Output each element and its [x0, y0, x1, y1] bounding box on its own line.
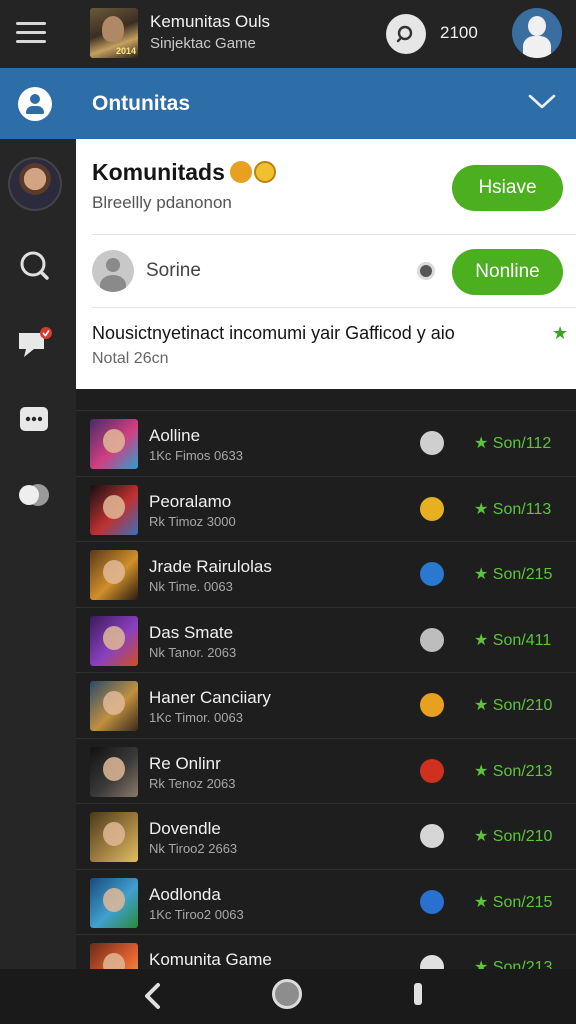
list-item-score: ★ Son/215: [474, 893, 553, 911]
list-item-score: ★ Son/411: [474, 631, 552, 649]
list-item[interactable]: Haner Canciiary 1Kc Timor. 0063 ★ Son/210: [76, 672, 576, 738]
person-icon[interactable]: [420, 431, 444, 455]
notice-text: Nousictnyetinact incomumi yair Gafficod …: [92, 323, 455, 343]
status-dot-icon: [417, 262, 435, 280]
community-panel: Komunitads Blreellly pdanonon Hsiave Sor…: [76, 139, 576, 389]
toggle-icon[interactable]: [16, 477, 52, 513]
list-item-score: ★ Son/210: [474, 697, 553, 714]
list-item-score-value: Son/213: [492, 762, 553, 780]
list-item-name: Das Smate: [149, 622, 234, 642]
list-item-score: ★ Son/210: [474, 828, 553, 845]
list-item-name: Peoralamo: [149, 491, 232, 511]
list-item-score: ★ Son/215: [474, 566, 553, 583]
recent-apps-icon[interactable]: [414, 983, 422, 1005]
status-avatar[interactable]: [92, 250, 134, 292]
smiley-icon[interactable]: [420, 693, 444, 717]
app-subtitle: Sinjektac Game: [150, 35, 256, 52]
list-item-score-value: Son/112: [492, 435, 552, 452]
community-list: Aolline 1Kc Fimos 0633 ★ Son/112 Peoralamo R…: [76, 410, 576, 1000]
list-item-score-value: Son/210: [492, 828, 553, 845]
list-item-meta: 1Kc Timor. 0063: [149, 710, 243, 725]
game-thumbnail: [90, 484, 138, 535]
list-item-score: ★ Son/213: [474, 762, 553, 780]
app-title: Kemunitas Ouls: [150, 12, 270, 31]
online-button[interactable]: Nonline: [452, 249, 563, 295]
game-thumbnail: [90, 681, 138, 731]
bottom-navigation: [0, 969, 576, 1024]
back-icon[interactable]: [142, 982, 164, 1010]
points-counter: 2100: [440, 23, 478, 42]
top-bar: 2014 Kemunitas Ouls Sinjektac Game 2100: [0, 0, 576, 68]
badge-icon[interactable]: [420, 758, 444, 783]
list-item[interactable]: Peoralamo Rk Timoz 3000 ★ Son/113: [76, 475, 576, 542]
list-item[interactable]: Re Onlinr Rk Tenoz 2063 ★ Son/213: [76, 737, 576, 804]
list-item-score-value: Son/210: [492, 697, 553, 714]
game-thumbnail-tag: 2014: [115, 46, 136, 56]
game-thumbnail: [90, 550, 138, 600]
list-item[interactable]: Aolline 1Kc Fimos 0633 ★ Son/112: [76, 410, 576, 476]
search-button[interactable]: [386, 14, 426, 54]
chevron-down-icon[interactable]: [528, 92, 556, 112]
notice-subtext: Notal 26cn: [92, 350, 169, 367]
list-item-meta: 1Kc Fimos 0633: [149, 448, 243, 463]
list-item-name: Komunita Game: [149, 950, 272, 969]
list-item-score-value: Son/215: [492, 893, 553, 911]
chat-notification-icon[interactable]: [16, 325, 52, 361]
list-item-score: ★ Son/113: [474, 500, 552, 518]
list-item-name: Dovendle: [149, 819, 221, 838]
list-item-meta: 1Kc Tiroo2 0063: [149, 906, 244, 922]
lock-emoji-icon: [230, 161, 252, 183]
home-icon[interactable]: [272, 979, 302, 1009]
list-item-score: ★ Son/112: [474, 435, 552, 452]
list-item[interactable]: Das Smate Nk Tanor. 2063 ★ Son/411: [76, 606, 576, 673]
game-thumbnail: [90, 419, 138, 469]
game-thumbnail: [90, 615, 138, 666]
panel-title: Komunitads: [92, 159, 225, 185]
list-item[interactable]: Aodlonda 1Kc Tiroo2 0063 ★ Son/215: [76, 868, 576, 935]
join-button[interactable]: Hsiave: [452, 165, 563, 211]
list-item[interactable]: Jrade Rairulolas Nk Time. 0063 ★ Son/215: [76, 541, 576, 607]
status-label: Sorine: [146, 260, 201, 281]
messages-icon[interactable]: [16, 401, 52, 437]
list-item-name: Haner Canciiary: [149, 688, 271, 707]
list-item-meta: Nk Tiroo2 2663: [149, 841, 238, 856]
hamburger-icon[interactable]: [16, 22, 46, 44]
earth-icon[interactable]: [420, 889, 444, 914]
peace-icon[interactable]: [420, 627, 444, 652]
divider: [92, 234, 576, 235]
game-thumbnail: [90, 746, 138, 797]
list-item[interactable]: Dovendle Nk Tiroo2 2663 ★ Son/210: [76, 803, 576, 869]
game-thumbnail: [90, 812, 138, 862]
list-item-score-value: Son/215: [492, 566, 553, 583]
smiley-emoji-icon: [254, 161, 276, 183]
search-icon: [396, 25, 413, 43]
paper-plane-icon[interactable]: [420, 496, 444, 521]
list-item-name: Aolline: [149, 426, 201, 445]
list-item-meta: Nk Time. 0063: [149, 579, 233, 594]
rail-avatar[interactable]: [8, 157, 62, 211]
globe-icon[interactable]: [420, 562, 444, 586]
side-rail: [0, 139, 76, 969]
panel-subtitle: Blreellly pdanonon: [92, 193, 232, 212]
list-item-name: Jrade Rairulolas: [149, 557, 272, 576]
list-item-score-value: Son/113: [492, 500, 552, 518]
divider: [92, 307, 576, 308]
game-thumbnail: [90, 877, 138, 928]
section-title: Ontunitas: [92, 92, 190, 115]
moon-icon[interactable]: [420, 824, 444, 848]
star-icon[interactable]: ★: [552, 323, 568, 344]
list-item-score-value: Son/411: [492, 631, 552, 649]
list-item-meta: Nk Tanor. 2063: [149, 644, 237, 660]
list-item-name: Aodlonda: [149, 884, 221, 904]
list-item-meta: Rk Timoz 3000: [149, 513, 236, 529]
list-item-meta: Rk Tenoz 2063: [149, 775, 236, 791]
list-item-name: Re Onlinr: [149, 753, 221, 773]
section-header[interactable]: Ontunitas: [0, 68, 576, 139]
game-thumbnail[interactable]: 2014: [90, 8, 138, 58]
search-icon[interactable]: [16, 247, 52, 283]
user-circle-icon: [18, 87, 52, 121]
profile-avatar[interactable]: [512, 8, 562, 58]
